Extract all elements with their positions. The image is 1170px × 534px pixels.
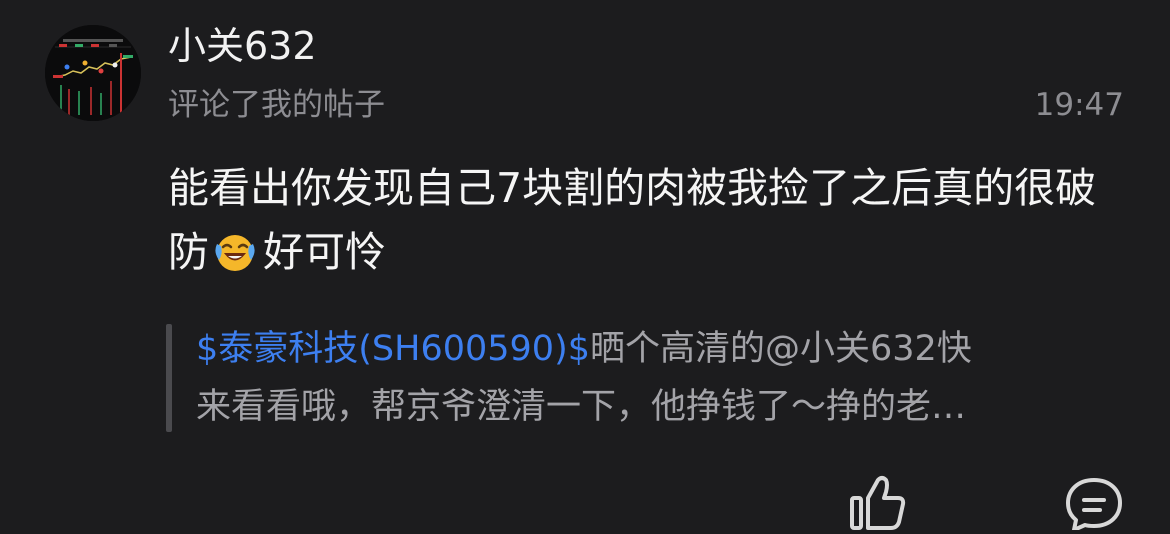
quoted-post-line-1: $泰豪科技(SH600590)$晒个高清的@小关632快	[196, 320, 1106, 378]
activity-description: 评论了我的帖子	[168, 87, 385, 123]
thumbs-up-icon	[850, 476, 906, 530]
quoted-post-text: $泰豪科技(SH600590)$晒个高清的@小关632快 来看看哦，帮京爷澄清一…	[196, 320, 1106, 436]
avatar[interactable]	[45, 25, 141, 121]
stock-link[interactable]: $泰豪科技(SH600590)$	[196, 329, 590, 369]
username[interactable]: 小关632	[168, 20, 317, 72]
like-button[interactable]	[842, 470, 912, 530]
comment-button[interactable]	[1060, 470, 1130, 532]
quoted-post-line-2: 来看看哦，帮京爷澄清一下，他挣钱了～挣的老…	[196, 387, 967, 427]
comment-text: 能看出你发现自己7块割的肉被我捡了之后真的很破防 好可怜	[168, 156, 1128, 284]
quoted-post-line-1-rest: 晒个高清的@小关632快	[590, 329, 972, 369]
comment-text-end: 好可怜	[263, 228, 386, 276]
quoted-post[interactable]: $泰豪科技(SH600590)$晒个高清的@小关632快 来看看哦，帮京爷澄清一…	[166, 320, 1106, 432]
laughing-crying-emoji-icon	[213, 228, 257, 272]
quote-bar	[166, 324, 172, 432]
timestamp: 19:47	[1034, 87, 1124, 123]
stock-chart-avatar-image	[45, 25, 141, 121]
comment-bubble-icon	[1066, 478, 1122, 532]
